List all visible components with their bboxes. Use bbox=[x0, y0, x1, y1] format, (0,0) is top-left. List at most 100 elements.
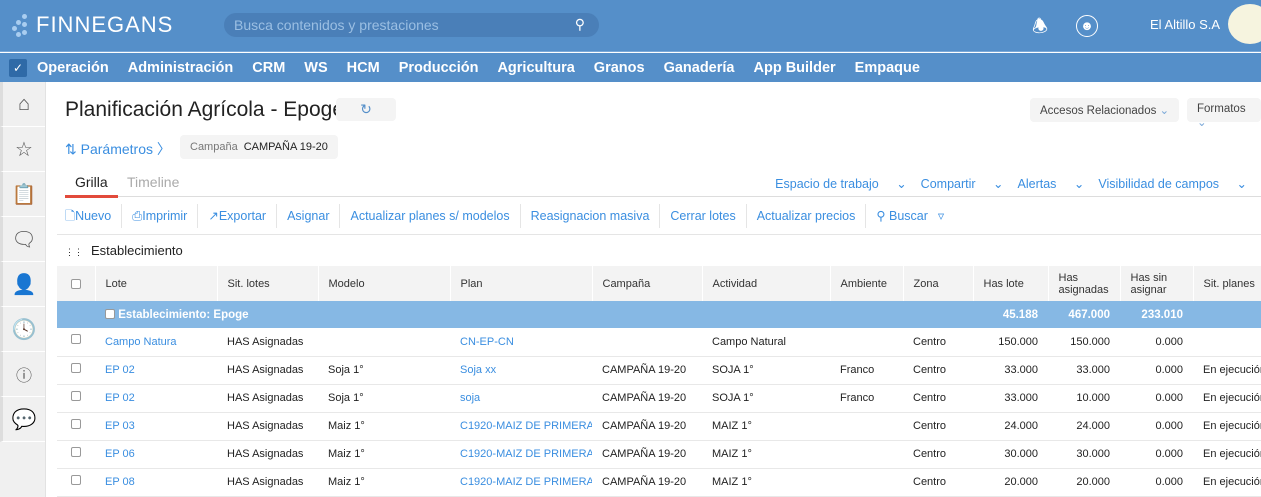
cell-plan-link[interactable]: Soja xx bbox=[460, 364, 496, 376]
table-row[interactable]: EP 08 HAS Asignadas Maiz 1° C1920-MAIZ DE P… bbox=[57, 468, 1261, 497]
espacio-trabajo-dropdown[interactable]: Espacio de trabajo ⌄ bbox=[775, 176, 907, 191]
accesos-relacionados-dropdown[interactable]: Accesos Relacionados ⌄ bbox=[1030, 98, 1180, 122]
formatos-dropdown[interactable]: Formatos ⌄ bbox=[1187, 98, 1261, 129]
actualizar-planes-button[interactable]: Actualizar planes s/ modelos bbox=[340, 204, 521, 228]
grip-icon[interactable]: ⋮⋮ bbox=[65, 247, 83, 257]
tasks-check-icon[interactable]: ✓ bbox=[9, 58, 27, 77]
cerrar-lotes-button[interactable]: Cerrar lotes bbox=[660, 204, 747, 228]
col-zona[interactable]: Zona bbox=[903, 266, 974, 301]
bell-icon[interactable]: 🕭 bbox=[1032, 14, 1048, 44]
col-plan[interactable]: Plan bbox=[450, 266, 593, 301]
filter-icon[interactable]: ▿ bbox=[938, 204, 954, 228]
nav-ganaderia[interactable]: Ganadería bbox=[664, 60, 735, 76]
nav-empaque[interactable]: Empaque bbox=[855, 60, 920, 76]
table-row[interactable]: EP 02 HAS Asignadas Soja 1° soja CAMPAÑA 19-… bbox=[57, 384, 1261, 413]
star-icon[interactable]: ☆ bbox=[0, 127, 45, 172]
cell-plan-link[interactable]: C1920-MAIZ DE PRIMERA- bbox=[460, 420, 592, 432]
row-checkbox[interactable] bbox=[71, 362, 81, 373]
cell-plan[interactable]: C1920-MAIZ DE PRIMERA- bbox=[450, 468, 592, 497]
home-icon[interactable]: ⌂ bbox=[0, 82, 45, 127]
cell-plan[interactable]: C1920-MAIZ DE PRIMERA- bbox=[450, 412, 592, 441]
cell-lote[interactable]: EP 08 bbox=[95, 468, 217, 497]
col-has-lote[interactable]: Has lote bbox=[973, 266, 1049, 301]
cell-lote[interactable]: EP 06 bbox=[95, 440, 217, 469]
nav-administracion[interactable]: Administración bbox=[128, 60, 234, 76]
exportar-button[interactable]: ↗Exportar bbox=[198, 204, 278, 228]
col-sit-planes[interactable]: Sit. planes bbox=[1193, 266, 1261, 301]
cell-lote-link[interactable]: EP 02 bbox=[105, 364, 135, 376]
cell-plan-link[interactable]: C1920-MAIZ DE PRIMERA- bbox=[460, 476, 592, 488]
cell-lote[interactable]: EP 03 bbox=[95, 412, 217, 441]
nav-ws[interactable]: WS bbox=[304, 60, 327, 76]
col-campana[interactable]: Campaña bbox=[592, 266, 703, 301]
cell-plan-link[interactable]: CN-EP-CN bbox=[460, 336, 514, 348]
avatar[interactable] bbox=[1228, 4, 1261, 44]
company-name[interactable]: El Altillo S.A bbox=[1150, 17, 1220, 32]
cell-lote-link[interactable]: EP 02 bbox=[105, 392, 135, 404]
search-input[interactable]: Busca contenidos y prestaciones ⚲ bbox=[224, 13, 599, 37]
chat-icon[interactable]: 🗨 bbox=[0, 217, 45, 262]
actualizar-precios-button[interactable]: Actualizar precios bbox=[747, 204, 867, 228]
refresh-button[interactable]: ↻ bbox=[336, 98, 396, 121]
group-checkbox[interactable] bbox=[105, 309, 115, 320]
cell-lote-link[interactable]: EP 08 bbox=[105, 476, 135, 488]
help-icon[interactable]: ⓘ bbox=[0, 352, 45, 397]
cell-lote[interactable]: EP 02 bbox=[95, 384, 217, 413]
campana-filter[interactable]: Campaña CAMPAÑA 19-20 bbox=[180, 135, 338, 159]
alertas-dropdown[interactable]: Alertas ⌄ bbox=[1018, 176, 1085, 191]
cell-plan-link[interactable]: C1920-MAIZ DE PRIMERA- bbox=[460, 448, 592, 460]
finnegans-logo[interactable]: FINNEGANS bbox=[12, 12, 173, 38]
add-user-icon[interactable]: 👤 bbox=[0, 262, 45, 307]
select-all-checkbox[interactable] bbox=[70, 278, 81, 289]
nav-app-builder[interactable]: App Builder bbox=[753, 60, 835, 76]
asignar-button[interactable]: Asignar bbox=[277, 204, 341, 228]
cell-plan-link[interactable]: soja bbox=[460, 392, 480, 404]
nav-granos[interactable]: Granos bbox=[594, 60, 645, 76]
visibilidad-campos-dropdown[interactable]: Visibilidad de campos ⌄ bbox=[1098, 176, 1247, 191]
cell-lote[interactable]: Campo Natura bbox=[95, 328, 217, 357]
row-checkbox[interactable] bbox=[71, 390, 81, 401]
row-checkbox[interactable] bbox=[71, 334, 81, 345]
col-modelo[interactable]: Modelo bbox=[318, 266, 451, 301]
user-icon[interactable]: ☻ bbox=[1076, 15, 1098, 37]
col-ambiente[interactable]: Ambiente bbox=[830, 266, 904, 301]
nav-agricultura[interactable]: Agricultura bbox=[497, 60, 574, 76]
cell-plan[interactable]: C1920-MAIZ DE PRIMERA- bbox=[450, 440, 592, 469]
cell-lote-link[interactable]: Campo Natura bbox=[105, 336, 177, 348]
nav-operacion[interactable]: Operación bbox=[37, 60, 109, 76]
table-row[interactable]: EP 03 HAS Asignadas Maiz 1° C1920-MAIZ DE P… bbox=[57, 412, 1261, 441]
group-row[interactable]: Establecimiento: Epoge 45.188 467.000 23… bbox=[57, 301, 1261, 328]
imprimir-button[interactable]: ⎙Imprimir bbox=[122, 204, 199, 228]
tab-grilla[interactable]: Grilla bbox=[75, 174, 108, 190]
cell-plan[interactable]: CN-EP-CN bbox=[450, 328, 592, 357]
tab-timeline[interactable]: Timeline bbox=[127, 174, 179, 190]
compartir-dropdown[interactable]: Compartir ⌄ bbox=[921, 176, 1004, 191]
table-row[interactable]: EP 06 HAS Asignadas Maiz 1° C1920-MAIZ DE P… bbox=[57, 440, 1261, 469]
col-actividad[interactable]: Actividad bbox=[702, 266, 831, 301]
cell-lote-link[interactable]: EP 03 bbox=[105, 420, 135, 432]
table-row[interactable]: Campo Natura HAS Asignadas CN-EP-CN Campo N… bbox=[57, 328, 1261, 357]
nuevo-button[interactable]: 🗋Nuevo bbox=[57, 204, 123, 228]
support-icon[interactable]: 💬 bbox=[0, 397, 45, 442]
buscar-button[interactable]: ⚲ Buscar bbox=[866, 204, 938, 228]
col-lote[interactable]: Lote bbox=[95, 266, 218, 301]
row-checkbox[interactable] bbox=[71, 418, 81, 429]
cell-plan[interactable]: soja bbox=[450, 384, 592, 413]
nav-hcm[interactable]: HCM bbox=[347, 60, 380, 76]
col-has-asignadas[interactable]: Has asignadas bbox=[1048, 266, 1121, 301]
nav-crm[interactable]: CRM bbox=[252, 60, 285, 76]
nav-produccion[interactable]: Producción bbox=[399, 60, 479, 76]
clock-icon[interactable]: 🕓 bbox=[0, 307, 45, 352]
clipboard-icon[interactable]: 📋 bbox=[0, 172, 45, 217]
reasignacion-masiva-button[interactable]: Reasignacion masiva bbox=[521, 204, 661, 228]
col-sit-lotes[interactable]: Sit. lotes bbox=[217, 266, 319, 301]
row-checkbox[interactable] bbox=[71, 474, 81, 485]
cell-lote-link[interactable]: EP 06 bbox=[105, 448, 135, 460]
parametros-link[interactable]: ⇅ Parámetros 〉 bbox=[65, 139, 171, 159]
cell-lote[interactable]: EP 02 bbox=[95, 356, 217, 385]
table-row[interactable]: EP 02 HAS Asignadas Soja 1° Soja xx CAMPAÑA … bbox=[57, 356, 1261, 385]
col-has-sin-asignar[interactable]: Has sin asignar bbox=[1120, 266, 1194, 301]
row-checkbox[interactable] bbox=[71, 446, 81, 457]
search-icon[interactable]: ⚲ bbox=[575, 16, 585, 33]
cell-plan[interactable]: Soja xx bbox=[450, 356, 592, 385]
